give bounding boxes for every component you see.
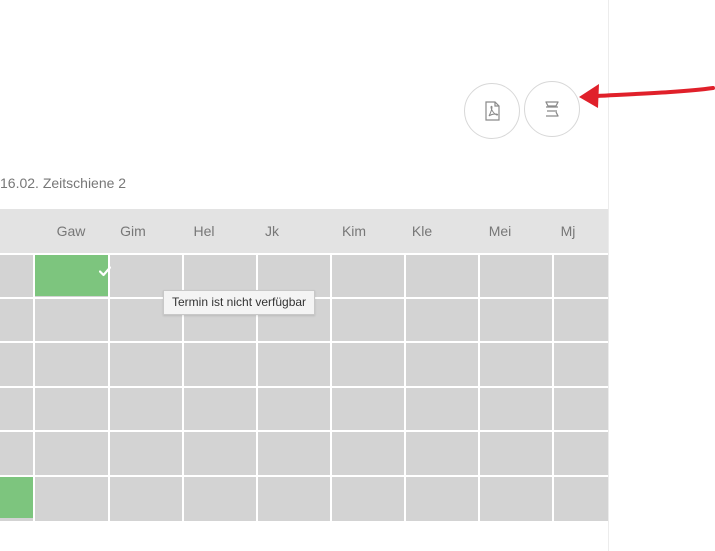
list-icon (545, 101, 559, 117)
pdf-export-button[interactable] (464, 83, 520, 139)
list-view-button[interactable] (524, 81, 580, 137)
grid-line (0, 430, 608, 432)
grid-line (0, 341, 608, 343)
grid-line (0, 386, 608, 388)
availability-grid: Gaw Gim Hel Jk Kim Kle Mei Mj (0, 209, 608, 521)
grid-line (0, 253, 608, 255)
column-header: Kle (411, 223, 433, 239)
section-title: 16.02. Zeitschiene 2 (0, 175, 127, 191)
column-header: Hel (193, 223, 215, 239)
column-header: Gim (120, 223, 146, 239)
available-cell[interactable] (35, 253, 111, 296)
pdf-icon (485, 101, 500, 121)
annotation-arrow (579, 84, 715, 108)
grid-line (0, 475, 608, 477)
column-header: Mei (488, 223, 512, 239)
column-header: Kim (341, 223, 367, 239)
column-header: Mj (560, 223, 576, 239)
column-header: Jk (265, 223, 279, 239)
available-cell[interactable] (0, 475, 33, 518)
tooltip: Termin ist nicht verfügbar (163, 290, 316, 315)
grid-header: Gaw Gim Hel Jk Kim Kle Mei Mj (0, 209, 608, 253)
